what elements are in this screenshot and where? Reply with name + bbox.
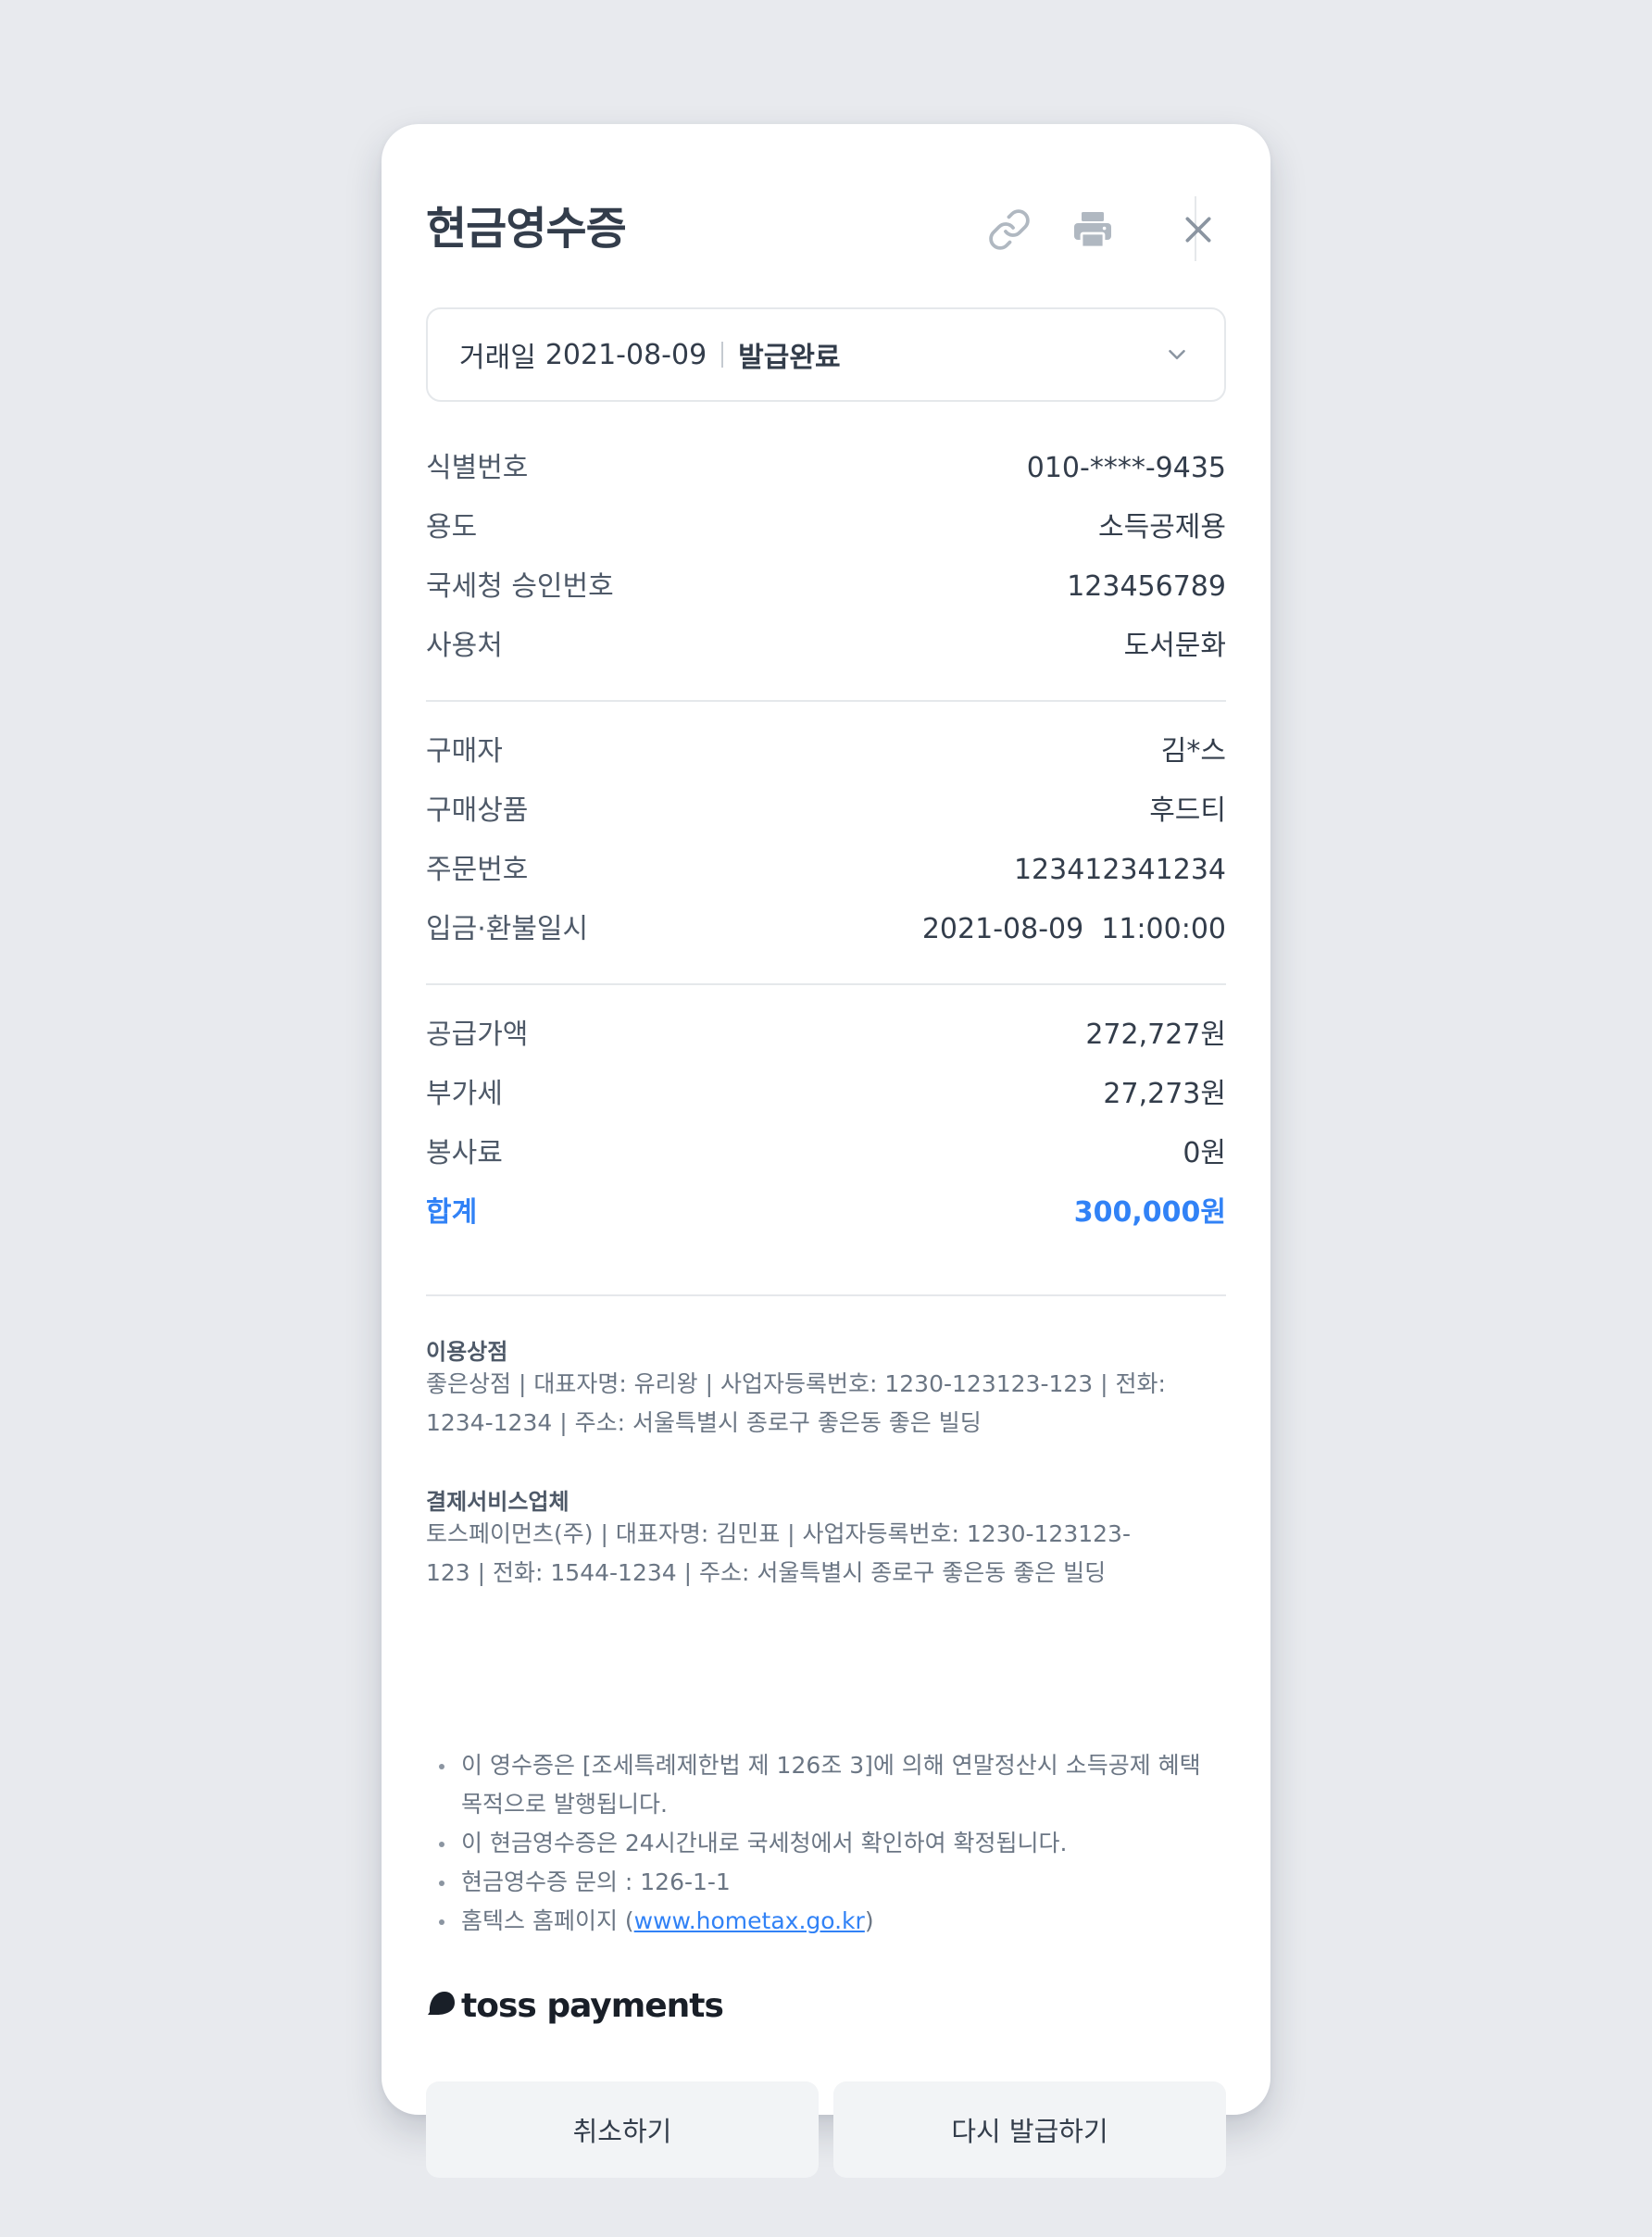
detail-row: 공급가액 272,727원 <box>426 1006 1226 1065</box>
link-icon[interactable] <box>982 202 1037 257</box>
row-value: 123412341234 <box>1013 854 1226 886</box>
detail-row: 부가세 27,273원 <box>426 1065 1226 1124</box>
close-icon[interactable] <box>1170 202 1226 257</box>
total-label: 합계 <box>426 1196 478 1229</box>
total-value: 300,000원 <box>1073 1196 1226 1229</box>
payment-company-title: 결제서비스업체 <box>426 1489 569 1515</box>
reissue-button[interactable]: 다시 발급하기 <box>833 2081 1226 2178</box>
total-row: 합계 300,000원 <box>426 1183 1226 1243</box>
row-label: 국세청 승인번호 <box>426 570 614 603</box>
transaction-date-select[interactable]: 거래일 2021-08-09 발급완료 <box>426 307 1226 402</box>
hometax-link[interactable]: www.hometax.go.kr <box>634 1907 865 1934</box>
notice-text: 홈텍스 홈페이지 ( <box>461 1907 634 1934</box>
row-value: 소득공제용 <box>1098 511 1226 544</box>
row-value: 도서문화 <box>1123 630 1226 662</box>
detail-row: 봉사료 0원 <box>426 1124 1226 1183</box>
payment-company-info: 토스페이먼츠(주) | 대표자명: 김민표 | 사업자등록번호: 1230-12… <box>426 1520 1131 1586</box>
chevron-down-icon <box>1163 341 1191 376</box>
row-label: 구매상품 <box>426 794 529 827</box>
row-value: 27,273원 <box>1103 1078 1226 1110</box>
row-value: 0원 <box>1183 1137 1226 1169</box>
section-divider <box>426 983 1226 985</box>
logo-text: toss payments <box>461 1986 724 2025</box>
row-label: 입금·환불일시 <box>426 913 589 945</box>
detail-row: 구매자 김*스 <box>426 722 1226 781</box>
row-label: 봉사료 <box>426 1137 503 1169</box>
detail-row: 주문번호 123412341234 <box>426 841 1226 900</box>
row-label: 용도 <box>426 511 478 544</box>
row-value: 272,727원 <box>1085 1019 1226 1051</box>
purchase-section: 구매자 김*스 구매상품 후드티 주문번호 123412341234 입금·환불… <box>426 722 1226 959</box>
detail-row: 입금·환불일시 2021-08-09 11:00:00 <box>426 900 1226 959</box>
row-value: 010-****-9435 <box>1026 452 1226 484</box>
select-separator <box>721 342 724 368</box>
notice-item: 이 영수증은 [조세특례제한법 제 126조 3]에 의해 연말정산시 소득공제… <box>426 1746 1226 1824</box>
notice-list: 이 영수증은 [조세특례제한법 제 126조 3]에 의해 연말정산시 소득공제… <box>426 1746 1226 1941</box>
cancel-button[interactable]: 취소하기 <box>426 2081 819 2178</box>
modal-header: 현금영수증 <box>426 178 1226 280</box>
status-badge: 발급완료 <box>738 342 841 374</box>
detail-row: 용도 소득공제용 <box>426 498 1226 557</box>
print-icon[interactable] <box>1065 202 1120 257</box>
section-divider <box>426 700 1226 702</box>
notice-item: 이 현금영수증은 24시간내로 국세청에서 확인하여 확정됩니다. <box>426 1824 1226 1863</box>
detail-row: 식별번호 010-****-9435 <box>426 439 1226 498</box>
row-label: 사용처 <box>426 630 503 662</box>
row-label: 공급가액 <box>426 1019 529 1051</box>
receipt-modal: 현금영수증 거래일 2021-08-09 발급완료 식별번호 010-****-… <box>382 124 1270 2178</box>
date-label: 거래일 <box>459 342 536 374</box>
toss-logo-mark-icon <box>426 1987 457 2025</box>
identification-section: 식별번호 010-****-9435 용도 소득공제용 국세청 승인번호 123… <box>426 439 1226 676</box>
row-value: 2021-08-09 11:00:00 <box>921 913 1226 945</box>
merchant-info: 좋은상점 | 대표자명: 유리왕 | 사업자등록번호: 1230-123123-… <box>426 1370 1166 1436</box>
row-value: 후드티 <box>1149 794 1226 827</box>
row-label: 구매자 <box>426 735 503 768</box>
toss-payments-logo: toss payments <box>426 1985 724 2026</box>
row-value: 김*스 <box>1160 735 1226 768</box>
amount-section: 공급가액 272,727원 부가세 27,273원 봉사료 0원 합계 300,… <box>426 1006 1226 1243</box>
merchant-title: 이용상점 <box>426 1339 508 1365</box>
notice-text: ) <box>864 1907 874 1934</box>
row-value: 123456789 <box>1067 570 1226 603</box>
notice-item: 현금영수증 문의 : 126-1-1 <box>426 1863 1226 1902</box>
detail-row: 국세청 승인번호 123456789 <box>426 557 1226 617</box>
section-divider <box>426 1294 1226 1296</box>
modal-title: 현금영수증 <box>426 203 627 255</box>
row-label: 식별번호 <box>426 452 529 484</box>
notice-item: 홈텍스 홈페이지 (www.hometax.go.kr) <box>426 1902 1226 1941</box>
detail-row: 사용처 도서문화 <box>426 617 1226 676</box>
row-label: 주문번호 <box>426 854 529 886</box>
row-label: 부가세 <box>426 1078 503 1110</box>
detail-row: 구매상품 후드티 <box>426 781 1226 841</box>
date-value: 2021-08-09 <box>544 338 707 371</box>
